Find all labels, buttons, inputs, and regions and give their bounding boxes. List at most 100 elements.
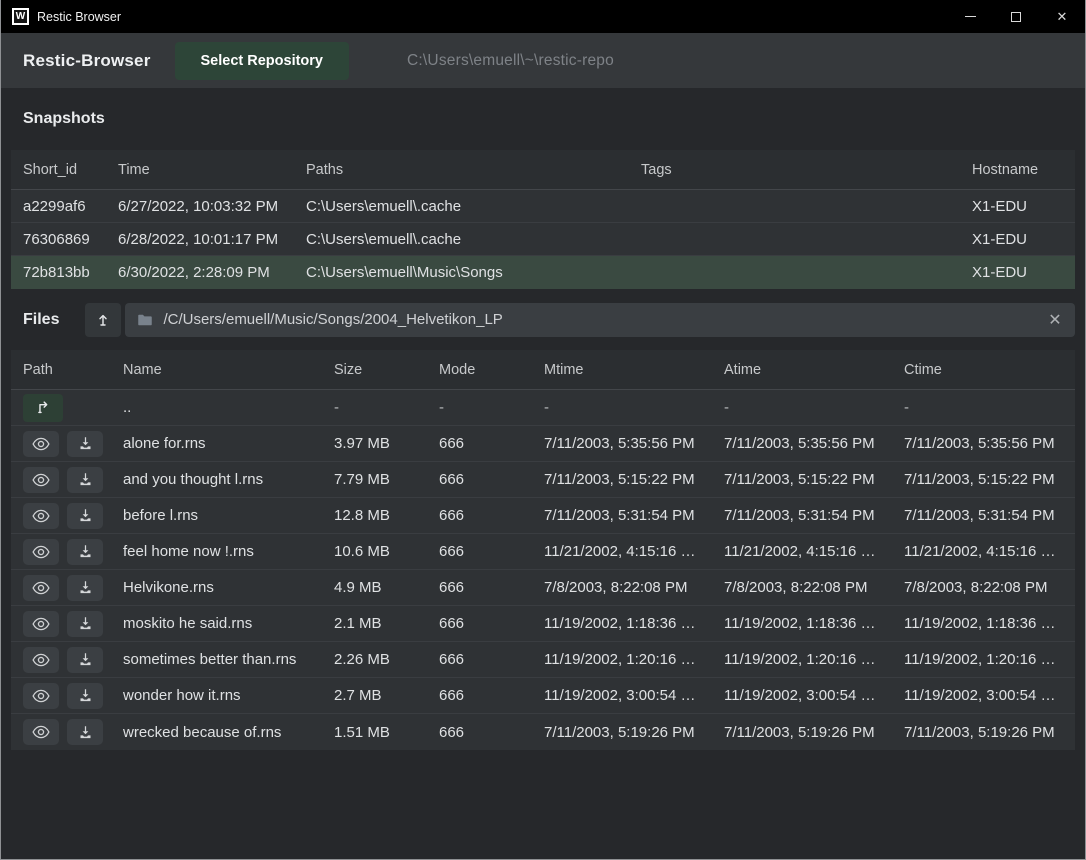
file-ctime: 11/19/2002, 1:20:16 … — [904, 651, 1075, 668]
column-short-id: Short_id — [23, 162, 118, 178]
download-file-button[interactable] — [67, 683, 103, 709]
file-row[interactable]: wrecked because of.rns 1.51 MB 666 7/11/… — [11, 714, 1075, 750]
column-mtime: Mtime — [544, 362, 724, 378]
eye-icon — [32, 653, 50, 667]
view-file-button[interactable] — [23, 539, 59, 565]
download-file-button[interactable] — [67, 575, 103, 601]
file-size: 2.7 MB — [334, 687, 439, 704]
download-icon — [78, 652, 93, 667]
files-path-bar: ✕ — [125, 303, 1075, 337]
file-mode: 666 — [439, 543, 544, 560]
view-file-button[interactable] — [23, 431, 59, 457]
file-mode: 666 — [439, 724, 544, 741]
download-icon — [78, 436, 93, 451]
file-name: sometimes better than.rns — [123, 651, 334, 668]
view-file-button[interactable] — [23, 575, 59, 601]
file-mtime: 11/19/2002, 3:00:54 … — [544, 687, 724, 704]
minimize-button[interactable] — [947, 0, 993, 33]
column-paths: Paths — [306, 162, 641, 178]
select-repository-button[interactable]: Select Repository — [175, 42, 350, 80]
download-file-button[interactable] — [67, 647, 103, 673]
file-row[interactable]: wonder how it.rns 2.7 MB 666 11/19/2002,… — [11, 678, 1075, 714]
file-name: wrecked because of.rns — [123, 724, 334, 741]
file-row[interactable]: before l.rns 12.8 MB 666 7/11/2003, 5:31… — [11, 498, 1075, 534]
download-icon — [78, 544, 93, 559]
download-file-button[interactable] — [67, 719, 103, 745]
download-file-button[interactable] — [67, 467, 103, 493]
file-atime: 11/19/2002, 1:20:16 … — [724, 651, 904, 668]
eye-icon — [32, 437, 50, 451]
view-file-button[interactable] — [23, 611, 59, 637]
file-mode: 666 — [439, 435, 544, 452]
go-parent-button[interactable] — [23, 394, 63, 422]
snapshot-short-id: 72b813bb — [23, 264, 118, 281]
file-name: before l.rns — [123, 507, 334, 524]
header-bar: Restic-Browser Select Repository C:\User… — [1, 33, 1085, 88]
file-mode: 666 — [439, 471, 544, 488]
column-hostname: Hostname — [972, 162, 1075, 178]
snapshot-row[interactable]: 76306869 6/28/2022, 10:01:17 PM C:\Users… — [11, 223, 1075, 256]
files-path-input[interactable] — [125, 303, 1075, 337]
up-level-button[interactable] — [85, 303, 121, 337]
file-row[interactable]: Helvikone.rns 4.9 MB 666 7/8/2003, 8:22:… — [11, 570, 1075, 606]
download-file-button[interactable] — [67, 539, 103, 565]
view-file-button[interactable] — [23, 719, 59, 745]
file-ctime: - — [904, 399, 1075, 416]
file-name: wonder how it.rns — [123, 687, 334, 704]
view-file-button[interactable] — [23, 647, 59, 673]
maximize-button[interactable] — [993, 0, 1039, 33]
maximize-icon — [1011, 12, 1021, 22]
file-atime: 7/11/2003, 5:15:22 PM — [724, 471, 904, 488]
eye-icon — [32, 725, 50, 739]
file-size: 2.26 MB — [334, 651, 439, 668]
file-name: feel home now !.rns — [123, 543, 334, 560]
titlebar: W Restic Browser ✕ — [1, 0, 1085, 33]
download-icon — [78, 508, 93, 523]
view-file-button[interactable] — [23, 683, 59, 709]
file-row[interactable]: feel home now !.rns 10.6 MB 666 11/21/20… — [11, 534, 1075, 570]
file-mtime: 7/11/2003, 5:15:22 PM — [544, 471, 724, 488]
file-atime: 7/11/2003, 5:19:26 PM — [724, 724, 904, 741]
window-controls: ✕ — [947, 0, 1085, 33]
eye-icon — [32, 545, 50, 559]
download-file-button[interactable] — [67, 611, 103, 637]
file-mode: - — [439, 399, 544, 416]
clear-icon: ✕ — [1048, 312, 1061, 329]
column-size: Size — [334, 362, 439, 378]
files-title: Files — [23, 311, 59, 329]
view-file-button[interactable] — [23, 503, 59, 529]
download-file-button[interactable] — [67, 503, 103, 529]
minimize-icon — [965, 16, 976, 17]
files-section-header: Files ✕ — [1, 289, 1085, 350]
file-row[interactable]: alone for.rns 3.97 MB 666 7/11/2003, 5:3… — [11, 426, 1075, 462]
file-row[interactable]: and you thought l.rns 7.79 MB 666 7/11/2… — [11, 462, 1075, 498]
file-size: 4.9 MB — [334, 579, 439, 596]
view-file-button[interactable] — [23, 467, 59, 493]
repository-path: C:\Users\emuell\~\restic-repo — [407, 52, 614, 70]
download-file-button[interactable] — [67, 431, 103, 457]
files-table: Path Name Size Mode Mtime Atime Ctime ..… — [11, 350, 1075, 750]
file-name: .. — [123, 399, 334, 416]
snapshot-row[interactable]: a2299af6 6/27/2022, 10:03:32 PM C:\Users… — [11, 190, 1075, 223]
file-name: moskito he said.rns — [123, 615, 334, 632]
window-title: Restic Browser — [37, 10, 121, 24]
clear-path-button[interactable]: ✕ — [1039, 305, 1071, 335]
file-row[interactable]: sometimes better than.rns 2.26 MB 666 11… — [11, 642, 1075, 678]
snapshot-short-id: 76306869 — [23, 231, 118, 248]
snapshots-table-body: a2299af6 6/27/2022, 10:03:32 PM C:\Users… — [11, 190, 1075, 289]
file-mtime: 7/11/2003, 5:31:54 PM — [544, 507, 724, 524]
snapshot-time: 6/30/2022, 2:28:09 PM — [118, 264, 306, 281]
file-size: 10.6 MB — [334, 543, 439, 560]
parent-directory-row[interactable]: .. - - - - - — [11, 390, 1075, 426]
files-table-body: alone for.rns 3.97 MB 666 7/11/2003, 5:3… — [11, 426, 1075, 750]
column-time: Time — [118, 162, 306, 178]
column-tags: Tags — [641, 162, 972, 178]
files-table-header: Path Name Size Mode Mtime Atime Ctime — [11, 350, 1075, 390]
file-atime: 7/11/2003, 5:31:54 PM — [724, 507, 904, 524]
snapshots-title: Snapshots — [23, 110, 105, 128]
close-button[interactable]: ✕ — [1039, 0, 1085, 33]
snapshot-short-id: a2299af6 — [23, 198, 118, 215]
file-row[interactable]: moskito he said.rns 2.1 MB 666 11/19/200… — [11, 606, 1075, 642]
snapshots-table-header: Short_id Time Paths Tags Hostname — [11, 150, 1075, 190]
snapshot-row[interactable]: 72b813bb 6/30/2022, 2:28:09 PM C:\Users\… — [11, 256, 1075, 289]
